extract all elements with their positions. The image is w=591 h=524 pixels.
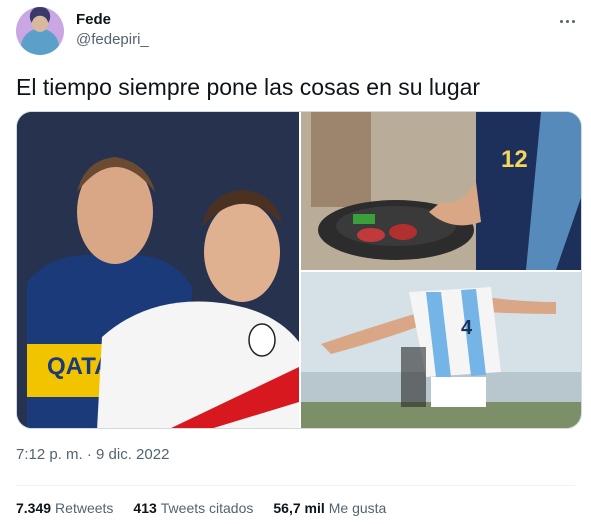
media-grid: QATAR AIRWAYS 12 (16, 111, 582, 429)
media-image-asado[interactable]: 12 (301, 112, 581, 270)
tweet-timestamp[interactable]: 7:12 p. m. · 9 dic. 2022 (16, 446, 169, 463)
quotes-label: Tweets citados (160, 500, 254, 516)
author-handle[interactable]: @fedepiri_ (76, 31, 149, 48)
retweets-label: Retweets (55, 500, 114, 516)
quotes-stat[interactable]: 413 Tweets citados (133, 500, 253, 516)
retweets-stat[interactable]: 7.349 Retweets (16, 500, 113, 516)
media-image-players[interactable]: QATAR AIRWAYS (17, 112, 299, 428)
media-image-argentina-player[interactable]: 4 (301, 272, 581, 428)
retweets-count: 7.349 (16, 500, 52, 516)
divider (16, 485, 575, 486)
quotes-count: 413 (133, 500, 157, 516)
avatar[interactable] (16, 7, 64, 55)
likes-count: 56,7 mil (273, 500, 325, 516)
author-name[interactable]: Fede (76, 11, 111, 28)
more-icon[interactable] (555, 9, 579, 33)
jersey-number-12: 12 (501, 146, 528, 173)
tweet-stats: 7.349 Retweets 413 Tweets citados 56,7 mil… (16, 500, 386, 516)
jersey-number-4: 4 (461, 317, 473, 339)
likes-label: Me gusta (328, 500, 387, 516)
likes-stat[interactable]: 56,7 mil Me gusta (273, 500, 386, 516)
tweet-text: El tiempo siempre pone las cosas en su l… (16, 74, 481, 100)
